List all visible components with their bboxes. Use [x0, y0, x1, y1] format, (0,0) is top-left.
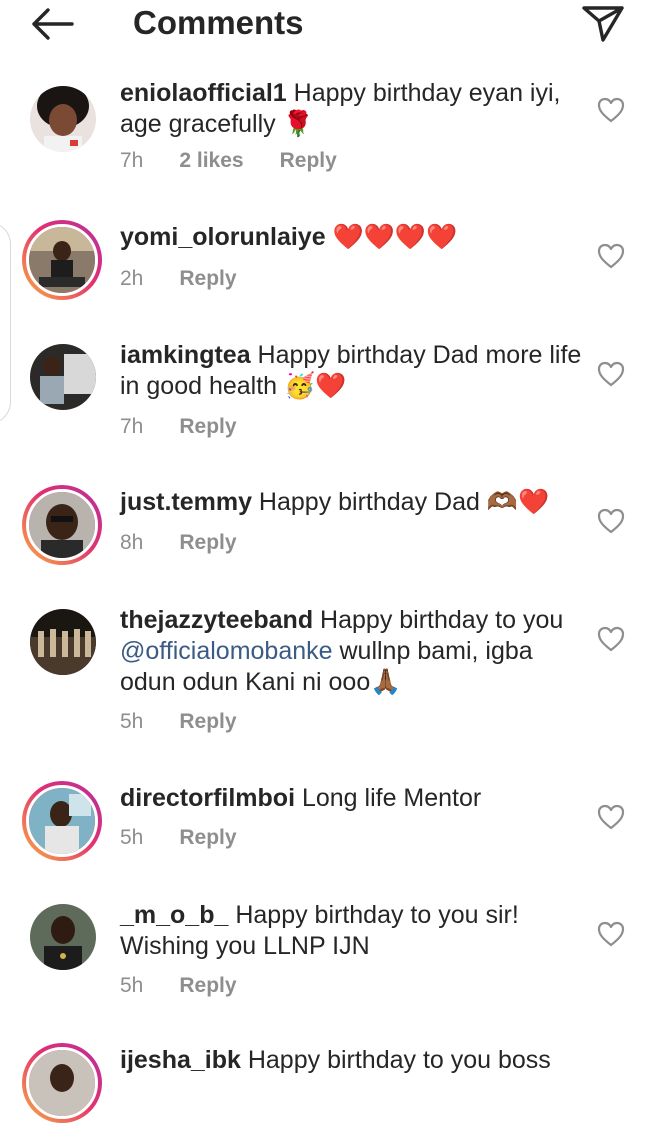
avatar[interactable]: [22, 1043, 102, 1123]
paper-plane-icon: [582, 6, 624, 42]
reply-button[interactable]: Reply: [179, 530, 236, 556]
reply-button[interactable]: Reply: [179, 825, 236, 851]
avatar[interactable]: [22, 781, 102, 861]
heart-icon: [597, 626, 625, 652]
comment-meta: 2h Reply: [120, 266, 237, 292]
comment-meta: 8h Reply: [120, 530, 237, 556]
comment-text: just.temmy Happy birthday Dad 🫶🏾❤️: [120, 487, 582, 518]
comment-meta: 5h Reply: [120, 709, 237, 735]
like-comment-button[interactable]: [596, 625, 626, 653]
reply-button[interactable]: Reply: [179, 414, 236, 440]
comment-body: Happy birthday Dad 🫶🏾❤️: [251, 488, 550, 516]
back-button[interactable]: [28, 4, 76, 44]
heart-icon: [597, 361, 625, 387]
heart-icon: [597, 508, 625, 534]
page-title: Comments: [133, 4, 304, 41]
avatar[interactable]: [22, 220, 102, 300]
avatar[interactable]: [22, 601, 102, 681]
reply-button[interactable]: Reply: [179, 266, 236, 292]
reply-button[interactable]: Reply: [179, 709, 236, 735]
comment-time: 5h: [120, 826, 144, 849]
heart-icon: [597, 921, 625, 947]
heart-icon: [597, 243, 625, 269]
comment-time: 5h: [120, 974, 144, 997]
comment-text: eniolaofficial1 Happy birthday eyan iyi,…: [120, 78, 582, 140]
reply-button[interactable]: Reply: [280, 148, 337, 174]
comment-username[interactable]: ijesha_ibk: [120, 1046, 241, 1074]
comment-text: ijesha_ibk Happy birthday to you boss: [120, 1045, 582, 1076]
like-comment-button[interactable]: [596, 507, 626, 535]
arrow-left-icon: [32, 8, 74, 40]
comment-body: Long life Mentor: [295, 784, 482, 812]
like-comment-button[interactable]: [596, 920, 626, 948]
reply-button[interactable]: Reply: [179, 973, 236, 999]
comment-text: iamkingtea Happy birthday Dad more life …: [120, 340, 582, 402]
like-comment-button[interactable]: [596, 360, 626, 388]
avatar[interactable]: [22, 896, 102, 976]
comment-username[interactable]: _m_o_b_: [120, 901, 228, 929]
like-comment-button[interactable]: [596, 242, 626, 270]
share-button[interactable]: [578, 2, 628, 46]
heart-icon: [597, 804, 625, 830]
comment-likes[interactable]: 2 likes: [179, 148, 243, 174]
comment-text: _m_o_b_ Happy birthday to you sir! Wishi…: [120, 900, 582, 962]
comment-body: Happy birthday to you boss: [240, 1046, 551, 1074]
comment-time: 2h: [120, 267, 144, 290]
like-comment-button[interactable]: [596, 96, 626, 124]
heart-icon: [597, 97, 625, 123]
avatar[interactable]: [22, 485, 102, 565]
header-bar: Comments: [0, 0, 662, 48]
overlay-edge: [0, 222, 11, 424]
comment-text: directorfilmboi Long life Mentor: [120, 783, 582, 814]
comment-username[interactable]: iamkingtea: [120, 341, 251, 369]
comment-body: ❤️❤️❤️❤️: [325, 223, 458, 251]
comment-mention-link[interactable]: @officialomobanke: [120, 637, 333, 665]
comment-text: thejazzyteeband Happy birthday to you @o…: [120, 605, 582, 698]
comment-time: 7h: [120, 149, 144, 172]
comment-meta: 7h Reply: [120, 414, 237, 440]
comment-username[interactable]: directorfilmboi: [120, 784, 295, 812]
comment-username[interactable]: yomi_olorunlaiye: [120, 223, 326, 251]
comment-meta: 7h 2 likes Reply: [120, 148, 337, 174]
comment-username[interactable]: just.temmy: [120, 488, 252, 516]
comment-text: yomi_olorunlaiye ❤️❤️❤️❤️: [120, 222, 582, 253]
comment-time: 8h: [120, 531, 144, 554]
comment-username[interactable]: eniolaofficial1: [120, 79, 287, 107]
avatar[interactable]: [22, 336, 102, 416]
comment-meta: 5h Reply: [120, 825, 237, 851]
comment-time: 7h: [120, 415, 144, 438]
like-comment-button[interactable]: [596, 803, 626, 831]
avatar[interactable]: [22, 78, 102, 158]
comment-body: Happy birthday to you: [313, 606, 564, 634]
comment-meta: 5h Reply: [120, 973, 237, 999]
comment-time: 5h: [120, 710, 144, 733]
comment-username[interactable]: thejazzyteeband: [120, 606, 313, 634]
